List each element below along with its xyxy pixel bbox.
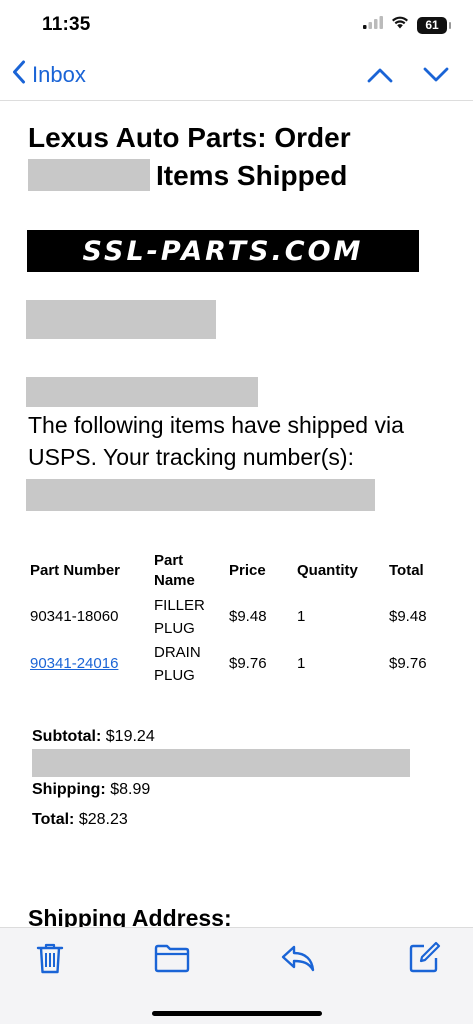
redacted-tracking-number bbox=[26, 479, 375, 511]
subtotal-value: $19.24 bbox=[105, 728, 155, 745]
header-quantity: Quantity bbox=[297, 562, 358, 579]
cell-quantity: 1 bbox=[297, 655, 306, 672]
subtotal-line: Subtotal: $19.24 bbox=[32, 728, 155, 746]
chevron-left-icon bbox=[12, 60, 26, 90]
move-to-folder-button[interactable] bbox=[154, 940, 190, 976]
next-message-button[interactable] bbox=[421, 62, 451, 88]
previous-message-button[interactable] bbox=[365, 62, 395, 88]
shipped-message: The following items have shipped via USP… bbox=[28, 412, 404, 470]
bottom-toolbar bbox=[0, 927, 473, 1024]
status-time: 11:35 bbox=[42, 14, 91, 35]
logo-text: SSL-PARTS.COM bbox=[82, 235, 364, 267]
back-to-inbox-button[interactable]: Inbox bbox=[12, 60, 86, 90]
folder-icon bbox=[154, 944, 190, 973]
wifi-icon bbox=[391, 16, 409, 34]
nav-bar: Inbox bbox=[0, 52, 473, 100]
mail-screen: 11:35 61 Inbox Lexus Auto Parts: Order I… bbox=[0, 0, 473, 1024]
subject-line-1: Lexus Auto Parts: Order bbox=[28, 122, 351, 153]
shipping-value: $8.99 bbox=[110, 781, 151, 798]
cell-part-number: 90341-18060 bbox=[30, 608, 119, 625]
shipping-label: Shipping: bbox=[32, 781, 106, 798]
reply-button[interactable] bbox=[280, 940, 316, 976]
trash-icon bbox=[36, 943, 64, 974]
total-value: $28.23 bbox=[78, 811, 128, 828]
cell-total: $9.76 bbox=[389, 655, 427, 672]
cell-part-name: DRAIN PLUG bbox=[154, 644, 201, 684]
header-part-number: Part Number bbox=[30, 562, 121, 579]
redacted-order-number bbox=[28, 159, 150, 191]
redacted-block bbox=[32, 749, 410, 777]
home-indicator[interactable] bbox=[152, 1011, 322, 1016]
compose-icon bbox=[409, 941, 441, 973]
cell-part-name: FILLER PLUG bbox=[154, 597, 205, 637]
shipping-address-heading: Shipping Address: bbox=[28, 905, 232, 927]
cell-price: $9.76 bbox=[229, 655, 267, 672]
cell-total: $9.48 bbox=[389, 608, 427, 625]
header-part-name: Part Name bbox=[154, 552, 195, 589]
cell-quantity: 1 bbox=[297, 608, 306, 625]
email-body[interactable]: Lexus Auto Parts: Order Items Shipped SS… bbox=[0, 101, 473, 927]
email-subject: Lexus Auto Parts: Order Items Shipped bbox=[28, 119, 448, 195]
compose-button[interactable] bbox=[406, 940, 442, 976]
status-bar: 11:35 61 bbox=[0, 0, 473, 52]
message-navigation bbox=[365, 62, 451, 88]
back-label: Inbox bbox=[32, 62, 86, 87]
part-number-link[interactable]: 90341-24016 bbox=[30, 652, 118, 675]
chevron-down-icon bbox=[423, 67, 449, 82]
redacted-block bbox=[26, 377, 258, 407]
subject-line-2: Items Shipped bbox=[28, 157, 448, 195]
battery-icon: 61 bbox=[417, 16, 451, 34]
reply-icon bbox=[281, 945, 315, 972]
subject-line-2-text: Items Shipped bbox=[156, 160, 348, 191]
total-line: Total: $28.23 bbox=[32, 811, 128, 829]
ssl-parts-logo: SSL-PARTS.COM bbox=[27, 230, 419, 272]
signal-icon bbox=[363, 16, 383, 34]
shipping-line: Shipping: $8.99 bbox=[32, 781, 150, 799]
header-price: Price bbox=[229, 562, 266, 579]
redacted-block bbox=[26, 300, 216, 339]
status-icons: 61 bbox=[363, 16, 451, 34]
chevron-up-icon bbox=[367, 68, 393, 83]
subtotal-label: Subtotal: bbox=[32, 728, 102, 745]
cell-price: $9.48 bbox=[229, 608, 267, 625]
trash-button[interactable] bbox=[32, 940, 68, 976]
total-label: Total: bbox=[32, 811, 75, 828]
battery-level: 61 bbox=[425, 18, 439, 32]
header-total: Total bbox=[389, 562, 424, 579]
